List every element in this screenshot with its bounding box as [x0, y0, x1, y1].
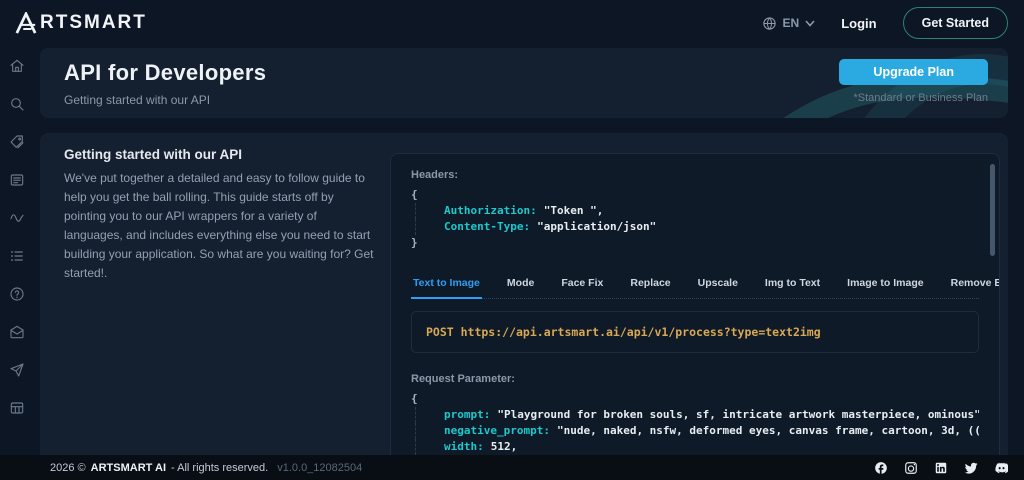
- headers-code-block: { Authorization: "Token ", Content-Type: "…: [411, 187, 979, 251]
- tab-mode[interactable]: Mode: [507, 277, 534, 298]
- intro-body: We've put together a detailed and easy t…: [64, 171, 374, 280]
- linkedin-link[interactable]: [934, 461, 948, 475]
- checklist-icon: [11, 251, 23, 261]
- activity-icon: [10, 214, 24, 222]
- code-open-brace: {: [411, 392, 418, 405]
- endpoint-url: POST https://api.artsmart.ai/api/v1/proc…: [426, 325, 821, 339]
- card-icon: [10, 174, 24, 186]
- code-line-prompt: prompt: "Playground for broken souls, sf,…: [415, 407, 979, 423]
- tab-upscale[interactable]: Upscale: [698, 277, 738, 298]
- chevron-down-icon: [805, 19, 815, 27]
- footer-year: 2026 ©: [50, 461, 86, 474]
- instagram-link[interactable]: [904, 461, 918, 475]
- facebook-icon: [875, 461, 887, 474]
- tab-face-fix[interactable]: Face Fix: [561, 277, 603, 298]
- linkedin-icon: [935, 462, 947, 473]
- scrollbar-thumb[interactable]: [990, 164, 995, 256]
- sidebar-item-inbox[interactable]: [9, 324, 25, 340]
- footer-version: v1.0.0_12082504: [277, 461, 363, 474]
- code-line-authorization: Authorization: "Token ",: [415, 203, 979, 219]
- grid-icon: [10, 402, 24, 414]
- logo-text: RTSMART: [40, 12, 147, 33]
- page-header-panel: API for Developers Getting started with …: [40, 48, 1008, 118]
- plan-note: *Standard or Business Plan: [853, 92, 988, 104]
- discord-icon: [995, 462, 1009, 473]
- api-code-panel: Headers: { Authorization: "Token ", Conte…: [390, 153, 1000, 473]
- artsmart-logo[interactable]: RTSMART: [14, 12, 147, 34]
- language-selector[interactable]: EN: [762, 16, 816, 31]
- tab-remove-bg[interactable]: Remove BG: [951, 277, 999, 298]
- tab-image-to-image[interactable]: Image to Image: [847, 277, 923, 298]
- request-parameter-label: Request Parameter:: [411, 373, 515, 385]
- logo-a-icon: [15, 12, 37, 34]
- code-line-width: width: 512,: [415, 439, 979, 455]
- code-open-brace: {: [411, 188, 418, 201]
- twitter-icon: [964, 462, 978, 474]
- footer-rights: - All rights reserved.: [171, 461, 269, 474]
- headers-label: Headers:: [411, 169, 459, 181]
- help-icon: [10, 287, 24, 301]
- tab-img-to-text[interactable]: Img to Text: [765, 277, 820, 298]
- footer-copyright: 2026 © ARTSMART AI - All rights reserved…: [50, 462, 362, 474]
- code-line-content-type: Content-Type: "application/json": [415, 219, 979, 235]
- sidebar-item-help[interactable]: [9, 286, 25, 302]
- login-link[interactable]: Login: [841, 16, 876, 31]
- upgrade-plan-button[interactable]: Upgrade Plan: [839, 59, 988, 85]
- sidebar-item-apps[interactable]: [9, 400, 25, 416]
- tab-text-to-image[interactable]: Text to Image: [411, 277, 482, 299]
- discord-link[interactable]: [994, 461, 1009, 475]
- footer: 2026 © ARTSMART AI - All rights reserved…: [0, 455, 1024, 480]
- api-endpoint-tabs: Text to Image Mode Face Fix Replace Upsc…: [411, 277, 999, 299]
- search-icon: [11, 98, 24, 111]
- mail-icon: [10, 325, 24, 339]
- code-close-brace: }: [411, 236, 418, 249]
- social-links: [874, 461, 1009, 475]
- facebook-link[interactable]: [874, 461, 888, 475]
- top-navbar: RTSMART EN Login Get Started: [0, 0, 1024, 46]
- sidebar-item-docs[interactable]: [9, 172, 25, 188]
- globe-icon: [762, 16, 776, 30]
- tab-replace[interactable]: Replace: [630, 277, 670, 298]
- sidebar-item-search[interactable]: [9, 96, 25, 112]
- sidebar-item-activity[interactable]: [9, 210, 25, 226]
- endpoint-box: POST https://api.artsmart.ai/api/v1/proc…: [411, 311, 979, 353]
- language-label: EN: [782, 16, 800, 30]
- sidebar-item-home[interactable]: [9, 58, 25, 74]
- code-line-negative-prompt: negative_prompt: "nude, naked, nsfw, defo…: [415, 423, 979, 439]
- main-content-panel: Getting started with our API We've put t…: [40, 133, 1008, 480]
- sidebar-item-tags[interactable]: [9, 134, 25, 150]
- intro-section: Getting started with our API We've put t…: [64, 147, 376, 283]
- send-icon: [10, 363, 24, 377]
- intro-heading: Getting started with our API: [64, 147, 243, 162]
- tags-icon: [10, 135, 24, 149]
- sidebar-item-list[interactable]: [9, 248, 25, 264]
- home-icon: [10, 59, 24, 72]
- footer-brand: ARTSMART AI: [90, 461, 167, 474]
- get-started-button[interactable]: Get Started: [902, 7, 1008, 39]
- instagram-icon: [905, 461, 917, 474]
- left-sidebar: [0, 46, 34, 455]
- sidebar-item-send[interactable]: [9, 362, 25, 378]
- twitter-link[interactable]: [964, 461, 978, 475]
